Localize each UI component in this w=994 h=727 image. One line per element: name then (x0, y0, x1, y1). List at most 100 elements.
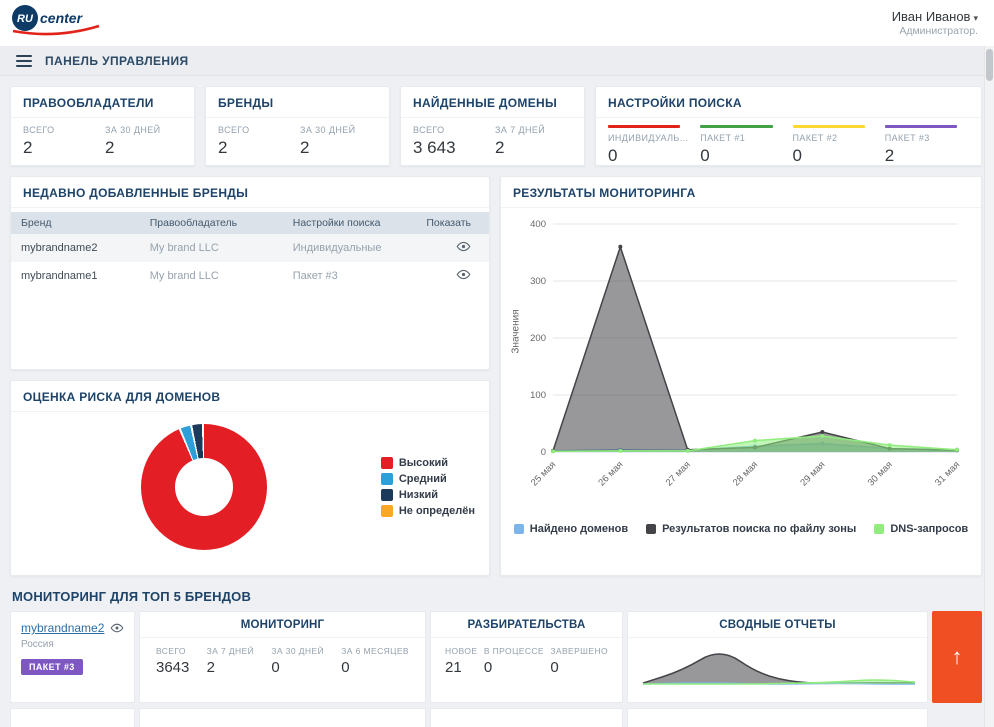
cell-brand: mybrandname1 (11, 262, 140, 290)
legend-label: Средний (399, 473, 447, 485)
page-title: ПАНЕЛЬ УПРАВЛЕНИЯ (45, 54, 189, 68)
svg-text:25 мая: 25 мая (529, 459, 558, 488)
svg-text:26 мая: 26 мая (596, 459, 625, 488)
panel-monitoring: МОНИТОРИНГ ВСЕГО 3643 ЗА 7 ДНЕЙ 2 ЗА 30 … (139, 611, 426, 703)
up-arrow-icon: ↑ (952, 644, 963, 670)
stat-label: ПАКЕТ #2 (793, 133, 877, 143)
card-found-domains: НАЙДЕННЫЕ ДОМЕНЫ ВСЕГО 3 643 ЗА 7 ДНЕЙ 2 (400, 86, 585, 166)
stat-label: ЗА 30 ДНЕЙ (271, 646, 324, 656)
svg-text:27 мая: 27 мая (664, 459, 693, 488)
card-brands: БРЕНДЫ ВСЕГО 2 ЗА 30 ДНЕЙ 2 (205, 86, 390, 166)
legend-item[interactable]: Результатов поиска по файлу зоны (646, 523, 856, 535)
cell-brand: mybrandname2 (11, 234, 140, 262)
legend-swatch (381, 457, 393, 469)
legend-label: DNS-запросов (890, 523, 968, 535)
stat-value: 0 (341, 659, 409, 676)
color-bar (700, 125, 772, 128)
rucenter-logo[interactable]: RU center (10, 4, 102, 43)
app-header: RU center Иван Иванов▾ Администратор. (0, 0, 994, 46)
legend-item[interactable]: Найдено доменов (514, 523, 628, 535)
stat-label: ВСЕГО (413, 125, 495, 135)
brand-country: Россия (21, 639, 124, 650)
table-row[interactable]: mybrandname2 My brand LLC Индивидуальные (11, 234, 489, 262)
view-button[interactable] (456, 239, 471, 254)
stat-label: ЗА 30 ДНЕЙ (105, 125, 187, 135)
legend-swatch (874, 524, 884, 534)
stat-label: ВСЕГО (156, 646, 189, 656)
stat-value: 2 (885, 146, 969, 166)
color-bar (793, 125, 865, 128)
svg-text:29 мая: 29 мая (798, 459, 827, 488)
y-axis-title: Значения (511, 297, 522, 367)
color-bar (885, 125, 957, 128)
logo-ru-text: RU (17, 13, 34, 25)
cell-settings: Пакет #3 (283, 262, 417, 290)
panel-title: МОНИТОРИНГ (140, 612, 425, 638)
cell-holder: My brand LLC (140, 262, 283, 290)
stat-value: 2 (207, 659, 255, 676)
legend-item[interactable]: Средний (381, 473, 475, 485)
card-title: НЕДАВНО ДОБАВЛЕННЫЕ БРЕНДЫ (11, 177, 489, 208)
stat-value: 0 (550, 659, 608, 676)
stat-label: ЗА 6 МЕСЯЦЕВ (341, 646, 409, 656)
stat-value: 2 (495, 138, 577, 158)
legend-swatch (381, 489, 393, 501)
svg-text:28 мая: 28 мая (731, 459, 760, 488)
svg-text:200: 200 (530, 333, 546, 344)
stat-value: 0 (271, 659, 324, 676)
cell-holder: My brand LLC (140, 234, 283, 262)
svg-text:31 мая: 31 мая (933, 459, 962, 488)
legend-label: Не определён (399, 505, 475, 517)
panel-brand: mybrandname2 Россия ПАКЕТ #3 (10, 611, 135, 703)
legend-item[interactable]: Высокий (381, 457, 475, 469)
stat-label: ЗА 30 ДНЕЙ (300, 125, 382, 135)
card-monitoring-results: РЕЗУЛЬТАТЫ МОНИТОРИНГА Значения 01002003… (500, 176, 982, 576)
stat-label: ЗА 7 ДНЕЙ (495, 125, 577, 135)
legend-item[interactable]: Не определён (381, 505, 475, 517)
panel-stub (10, 708, 135, 727)
table-header-row: Бренд Правообладатель Настройки поиска П… (11, 212, 489, 234)
legend-label: Найдено доменов (530, 523, 628, 535)
reports-sparkline-chart[interactable] (640, 641, 918, 687)
legend-swatch (646, 524, 656, 534)
section-title: МОНИТОРИНГ ДЛЯ ТОП 5 БРЕНДОВ (12, 589, 982, 604)
view-button[interactable] (456, 267, 471, 282)
card-title: НАСТРОЙКИ ПОИСКА (596, 87, 981, 118)
stat-label: В ПРОЦЕССЕ (484, 646, 544, 656)
card-rightsholders: ПРАВООБЛАДАТЕЛИ ВСЕГО 2 ЗА 30 ДНЕЙ 2 (10, 86, 195, 166)
legend-swatch (381, 473, 393, 485)
panel-title: СВОДНЫЕ ОТЧЕТЫ (628, 612, 927, 638)
risk-donut-chart[interactable] (141, 424, 267, 550)
svg-text:30 мая: 30 мая (866, 459, 895, 488)
chevron-down-icon: ▾ (973, 13, 978, 23)
card-title: ОЦЕНКА РИСКА ДЛЯ ДОМЕНОВ (11, 381, 489, 412)
monitoring-area-chart[interactable]: 010020030040025 мая26 мая27 мая28 мая29 … (513, 214, 971, 516)
scroll-top-button[interactable]: ↑ (932, 611, 982, 703)
stat-label: ВСЕГО (218, 125, 300, 135)
column-header: Настройки поиска (283, 212, 417, 234)
user-menu[interactable]: Иван Иванов▾ Администратор. (892, 9, 978, 37)
brand-link[interactable]: mybrandname2 (21, 621, 104, 635)
stat-value: 3 643 (413, 138, 495, 158)
card-recent-brands: НЕДАВНО ДОБАВЛЕННЫЕ БРЕНДЫ Бренд Правооб… (10, 176, 490, 370)
card-title: БРЕНДЫ (206, 87, 389, 118)
card-title: ПРАВООБЛАДАТЕЛИ (11, 87, 194, 118)
rucenter-logo-image: RU center (10, 4, 102, 38)
table-row[interactable]: mybrandname1 My brand LLC Пакет #3 (11, 262, 489, 290)
vertical-scrollbar[interactable] (984, 46, 994, 727)
legend-label: Низкий (399, 489, 438, 501)
svg-text:0: 0 (541, 447, 546, 458)
stat-label: ЗА 7 ДНЕЙ (207, 646, 255, 656)
menu-icon[interactable] (14, 51, 34, 71)
user-name: Иван Иванов (892, 9, 971, 24)
legend-item[interactable]: DNS-запросов (874, 523, 968, 535)
eye-icon (456, 267, 471, 282)
next-row-preview (10, 708, 982, 727)
stat-label: ИНДИВИДУАЛЬ... (608, 133, 692, 143)
scrollbar-thumb[interactable] (986, 49, 993, 81)
cell-settings: Индивидуальные (283, 234, 417, 262)
legend-item[interactable]: Низкий (381, 489, 475, 501)
stat-value: 2 (23, 138, 105, 158)
view-button[interactable] (110, 621, 124, 635)
chart-legend: Найдено доменов Результатов поиска по фа… (501, 523, 981, 535)
